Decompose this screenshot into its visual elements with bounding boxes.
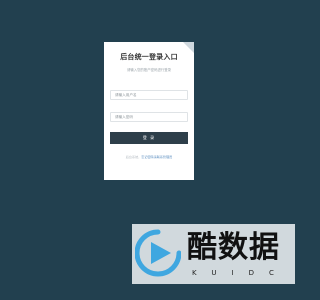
login-subtitle: 请输入您的账户密码进行登录 bbox=[126, 68, 172, 72]
username-field[interactable]: 请输入用户名 bbox=[110, 90, 188, 100]
login-card: 后台统一登录入口 请输入您的账户密码进行登录 请输入用户名 请输入密码 登 录 … bbox=[104, 42, 194, 180]
login-button[interactable]: 登 录 bbox=[110, 132, 188, 144]
page-title: 后台统一登录入口 bbox=[120, 53, 178, 61]
contact-admin-link[interactable]: 忘记密码请联系管理员 bbox=[141, 155, 172, 159]
login-footer: 后台系统，忘记密码请联系管理员 bbox=[110, 154, 188, 159]
password-field[interactable]: 请输入密码 bbox=[110, 112, 188, 122]
watermark-name: 酷数据 bbox=[187, 230, 280, 265]
username-placeholder: 请输入用户名 bbox=[115, 93, 137, 97]
password-placeholder: 请输入密码 bbox=[115, 115, 133, 119]
watermark-letters: KUIDC bbox=[192, 269, 289, 277]
qr-corner-icon[interactable] bbox=[183, 42, 194, 53]
footer-text: 后台系统， bbox=[125, 155, 142, 159]
play-logo-icon bbox=[135, 229, 181, 277]
watermark: 酷数据 KUIDC bbox=[132, 224, 295, 284]
